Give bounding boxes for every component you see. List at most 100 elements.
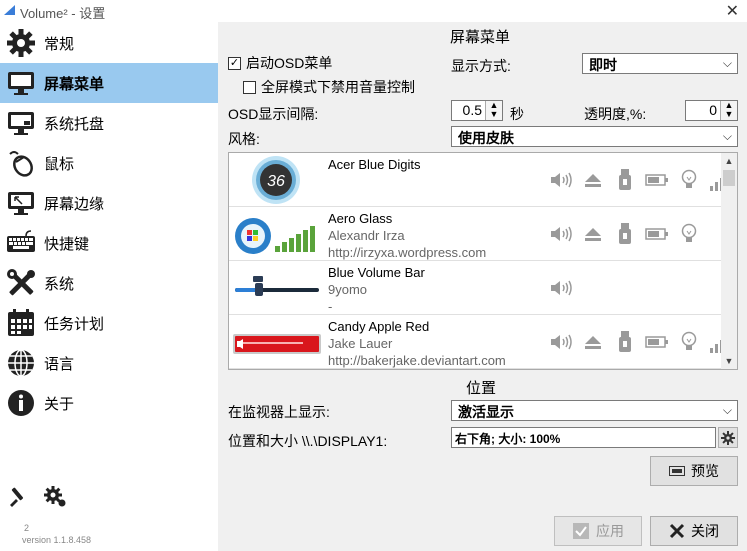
position-size-label: 位置和大小 \\.\DISPLAY1: (228, 433, 388, 449)
eject-icon (577, 221, 609, 247)
skin-url: http://bakerjake.deviantart.com (328, 353, 506, 368)
usb-icon (609, 221, 641, 247)
keyboard-icon (5, 227, 37, 259)
skin-editor-icon[interactable] (8, 485, 32, 509)
feature-icons (545, 329, 737, 355)
sidebar-item-scheduler[interactable]: 任务计划 (0, 303, 218, 343)
skin-author: 9yomo (328, 282, 368, 297)
sidebar-item-tray[interactable]: 系统托盘 (0, 103, 218, 143)
bulb-icon (673, 167, 705, 193)
sidebar-item-system[interactable]: 系统 (0, 263, 218, 303)
gear-icon (721, 430, 735, 445)
scroll-down-icon[interactable]: ▼ (721, 353, 737, 369)
checkmark-icon: ✓ (228, 56, 241, 70)
osd-settings-panel: 屏幕菜单 ✓ 启动OSD菜单 全屏模式下禁用音量控制 显示方式: 即时 ⌵ OS… (218, 22, 747, 551)
apply-icon (572, 522, 590, 540)
skin-url: - (328, 299, 333, 314)
display-mode-label: 显示方式: (451, 58, 511, 74)
display-mode-select[interactable]: 即时 ⌵ (582, 53, 738, 74)
mouse-icon (5, 147, 37, 179)
preview-button[interactable]: 预览 (650, 456, 738, 486)
sidebar-item-label: 系统 (44, 275, 75, 293)
gear-icon (5, 27, 37, 59)
position-size-field[interactable]: 右下角; 大小: 100% (451, 427, 716, 448)
bulb-icon (673, 329, 705, 355)
sidebar-item-label: 关于 (44, 395, 75, 413)
skin-thumbnail (235, 218, 315, 254)
fullscreen-disable-checkbox[interactable]: 全屏模式下禁用音量控制 (243, 77, 415, 97)
skin-thumbnail (233, 334, 321, 354)
chevron-down-icon: ⌵ (722, 129, 732, 143)
scroll-up-icon[interactable]: ▲ (721, 153, 737, 169)
calendar-icon (5, 307, 37, 339)
sidebar-item-language[interactable]: 语言 (0, 343, 218, 383)
sidebar-item-label: 语言 (44, 355, 75, 373)
skin-list[interactable]: 36 Acer Blue Digits Aero Glass Alexandr … (228, 152, 738, 370)
battery-icon (641, 221, 673, 247)
skin-list-scrollbar[interactable]: ▲ ▼ (721, 153, 737, 369)
list-item[interactable]: Blue Volume Bar 9yomo - (229, 261, 722, 315)
sidebar-item-about[interactable]: 关于 (0, 383, 218, 423)
eject-icon (577, 167, 609, 193)
sidebar-item-label: 屏幕菜单 (44, 75, 105, 93)
version-label: 2 version 1.1.8.458 (22, 523, 92, 545)
scroll-thumb[interactable] (723, 170, 735, 186)
title-bar: Volume² - 设置 ✕ (0, 0, 747, 22)
enable-osd-label: 启动OSD菜单 (246, 55, 333, 71)
speaker-icon (545, 329, 577, 355)
fullscreen-disable-label: 全屏模式下禁用音量控制 (261, 79, 415, 95)
close-icon (669, 523, 685, 539)
sidebar-item-screen-edge[interactable]: 屏幕边缘 (0, 183, 218, 223)
skin-name: Candy Apple Red (328, 319, 430, 334)
transparency-stepper[interactable]: 0 ▲ ▼ (685, 100, 738, 121)
list-item[interactable]: Candy Apple Red Jake Lauer http://bakerj… (229, 315, 733, 369)
version-text: version 1.1.8.458 (22, 535, 92, 545)
usb-icon (609, 329, 641, 355)
info-icon (5, 387, 37, 419)
spin-arrows-icon[interactable]: ▲ ▼ (720, 101, 737, 120)
interval-stepper[interactable]: 0.5 ▲ ▼ (451, 100, 503, 121)
app-icon (4, 5, 15, 15)
position-section-title: 位置 (466, 380, 497, 397)
window-title: Volume² - 设置 (20, 6, 106, 21)
speaker-icon (545, 221, 577, 247)
skin-author: Alexandr Irza (328, 228, 405, 243)
globe-icon (5, 347, 37, 379)
monitor-icon (5, 67, 37, 99)
sidebar-item-label: 快捷键 (44, 235, 90, 253)
interval-unit: 秒 (510, 106, 524, 122)
chevron-down-icon: ⌵ (722, 403, 732, 417)
feature-icons (545, 167, 737, 193)
sidebar-item-label: 任务计划 (44, 315, 105, 333)
monitor-label: 在监视器上显示: (228, 404, 330, 420)
sidebar-item-osd[interactable]: 屏幕菜单 (0, 63, 218, 103)
speaker-icon (545, 167, 577, 193)
version-superscript: 2 (24, 523, 30, 533)
skin-thumbnail (235, 276, 319, 296)
chevron-down-icon: ⌵ (722, 56, 732, 70)
sidebar-item-general[interactable]: 常规 (0, 23, 218, 63)
spin-arrows-icon[interactable]: ▲ ▼ (485, 101, 502, 120)
sidebar-item-hotkeys[interactable]: 快捷键 (0, 223, 218, 263)
style-select[interactable]: 使用皮肤 ⌵ (451, 126, 738, 147)
enable-osd-checkbox[interactable]: ✓ 启动OSD菜单 (228, 53, 332, 73)
sidebar-item-label: 屏幕边缘 (44, 195, 105, 213)
list-item[interactable]: 36 Acer Blue Digits (229, 153, 733, 207)
close-icon[interactable]: ✕ (726, 1, 739, 21)
list-item[interactable]: Aero Glass Alexandr Irza http://irzyxa.w… (229, 207, 722, 261)
advanced-settings-icon[interactable] (44, 485, 68, 509)
feature-icons (545, 275, 577, 301)
sidebar-item-label: 系统托盘 (44, 115, 105, 133)
bulb-icon (673, 221, 705, 247)
skin-name: Aero Glass (328, 211, 393, 226)
transparency-label: 透明度,%: (584, 106, 647, 122)
monitor-select[interactable]: 激活显示 ⌵ (451, 400, 738, 421)
battery-icon (641, 167, 673, 193)
close-button[interactable]: 关闭 (650, 516, 738, 546)
skin-thumbnail: 36 (252, 156, 300, 204)
speaker-icon (545, 275, 577, 301)
position-settings-button[interactable] (718, 427, 738, 448)
style-label: 风格: (228, 131, 260, 147)
apply-button[interactable]: 应用 (554, 516, 642, 546)
sidebar-item-mouse[interactable]: 鼠标 (0, 143, 218, 183)
